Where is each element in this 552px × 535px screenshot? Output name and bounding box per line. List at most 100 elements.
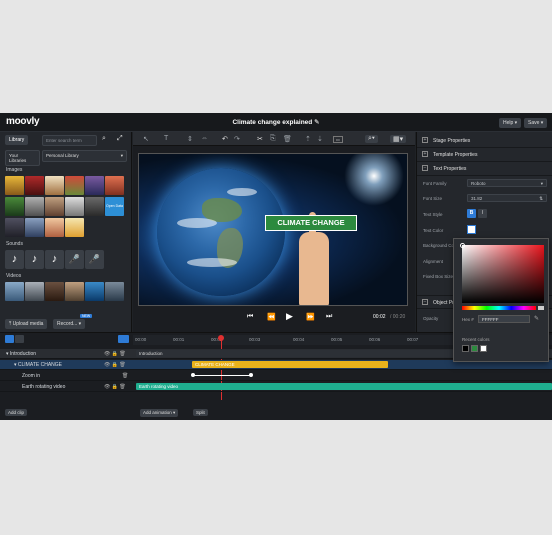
image-thumb[interactable] (105, 176, 124, 195)
open-data-thumb[interactable]: Open Data (105, 197, 124, 216)
image-thumb[interactable] (25, 197, 44, 216)
play-icon[interactable]: ▶ (286, 311, 293, 322)
video-thumb[interactable] (45, 282, 64, 301)
collapse-icon[interactable]: − (422, 299, 428, 305)
object-bar[interactable]: CLIMATE CHANGE (192, 361, 388, 368)
hand-image[interactable] (299, 232, 329, 305)
image-thumb[interactable] (85, 197, 104, 216)
record-button[interactable]: Record... ▾ (53, 319, 86, 329)
italic-toggle[interactable]: I (478, 209, 487, 218)
image-thumb[interactable] (5, 218, 24, 237)
eyedropper-icon[interactable]: ✎ (534, 315, 539, 322)
cut-icon[interactable]: ✂ (257, 135, 263, 143)
image-thumb[interactable] (65, 218, 84, 237)
text-color-swatch[interactable] (467, 225, 476, 234)
expand-icon[interactable]: + (422, 137, 428, 143)
image-thumb[interactable] (65, 176, 84, 195)
collapse-tracks-icon[interactable] (118, 335, 129, 343)
keyframe[interactable] (249, 373, 253, 377)
image-thumb[interactable] (65, 197, 84, 216)
save-button[interactable]: Save ▾ (524, 118, 548, 128)
microphone-icon[interactable]: 🎤 (65, 250, 84, 269)
video-thumb[interactable] (85, 282, 104, 301)
grid-view-icon[interactable] (15, 335, 24, 343)
image-thumb[interactable] (45, 218, 64, 237)
earth-image[interactable] (157, 168, 285, 296)
list-view-icon[interactable] (5, 335, 14, 343)
video-canvas[interactable]: CLIMATE CHANGE (138, 153, 408, 306)
project-title[interactable]: Climate change explained ✎ (0, 118, 552, 126)
collapse-icon[interactable]: − (422, 165, 428, 171)
bold-toggle[interactable]: B (467, 209, 476, 218)
undo-icon[interactable]: ↶ (222, 135, 228, 143)
tab-library[interactable]: Library (5, 135, 29, 145)
color-cursor[interactable] (460, 243, 465, 248)
layer-down-icon[interactable]: ⇣ (317, 135, 323, 143)
layer-up-icon[interactable]: ⇡ (305, 135, 311, 143)
track-controls-icon[interactable]: 👁 🔒 🗑 (104, 351, 126, 357)
stepper-icon[interactable]: ⇅ (539, 196, 543, 202)
playhead-handle[interactable] (218, 335, 224, 341)
delete-icon[interactable]: 🗑 (122, 373, 128, 379)
align-vertical-icon[interactable]: ⇕ (187, 135, 193, 143)
recent-color-swatch[interactable] (471, 345, 478, 352)
align-horizontal-icon[interactable]: ⇔ (201, 135, 208, 142)
image-thumb[interactable] (5, 176, 24, 195)
stage-properties-section[interactable]: + Stage Properties (417, 134, 552, 148)
fullscreen-icon[interactable]: ▭ (333, 136, 343, 143)
video-thumb[interactable] (5, 282, 24, 301)
expand-icon[interactable]: ⤢ (117, 135, 123, 143)
skip-start-icon[interactable]: ⏮ (247, 313, 253, 321)
video-thumb[interactable] (105, 282, 124, 301)
video-bar[interactable]: Earth rotating video (136, 383, 552, 390)
forward-icon[interactable]: ⏩ (306, 313, 315, 321)
redo-icon[interactable]: ↷ (234, 135, 240, 143)
image-thumb[interactable] (5, 197, 24, 216)
pointer-icon[interactable]: ↖ (143, 135, 149, 143)
track-controls-icon[interactable]: 👁 🔒 🗑 (104, 384, 126, 390)
image-thumb[interactable] (25, 176, 44, 195)
image-thumb[interactable] (85, 176, 104, 195)
your-libraries-dropdown[interactable]: Your Libraries (5, 150, 40, 166)
music-note-icon[interactable]: ♪ (25, 250, 44, 269)
edit-pencil-icon[interactable]: ✎ (314, 119, 319, 126)
recent-color-swatch[interactable] (480, 345, 487, 352)
climate-change-label[interactable]: CLIMATE CHANGE (265, 215, 357, 231)
alpha-slider[interactable] (538, 306, 544, 310)
delete-icon[interactable]: 🗑 (283, 135, 292, 143)
split-button[interactable]: Split (193, 409, 208, 416)
font-family-select[interactable]: Roboto ▾ (467, 179, 547, 187)
saturation-area[interactable] (460, 243, 544, 303)
add-clip-button[interactable]: Add clip (5, 409, 28, 416)
track-row[interactable]: Zoom in 🗑 (0, 371, 552, 381)
zoom-icon[interactable]: ⌕▾ (365, 135, 378, 143)
animation-line[interactable] (193, 375, 251, 376)
personal-library-dropdown[interactable]: Personal Library ▾ (42, 150, 127, 162)
music-note-icon[interactable]: ♪ (5, 250, 24, 269)
image-thumb[interactable] (45, 176, 64, 195)
skip-end-icon[interactable]: ⏭ (326, 313, 332, 321)
hex-input[interactable]: FFFFFF (478, 315, 530, 323)
template-properties-section[interactable]: + Template Properties (417, 148, 552, 162)
upload-media-button[interactable]: ⤒ Upload media (5, 319, 48, 329)
project-title-text[interactable]: Climate change explained (232, 119, 312, 126)
track-controls-icon[interactable]: 👁 🔒 🗑 (104, 362, 126, 368)
video-thumb[interactable] (25, 282, 44, 301)
copy-icon[interactable]: ⎘ (270, 135, 276, 143)
image-thumb[interactable] (45, 197, 64, 216)
add-animation-button[interactable]: Add animation ▾ (140, 409, 179, 417)
rewind-icon[interactable]: ⏪ (267, 313, 276, 321)
music-note-icon[interactable]: ♪ (45, 250, 64, 269)
microphone-icon[interactable]: 🎤 (85, 250, 104, 269)
track-row[interactable]: Earth rotating video 👁 🔒 🗑 Earth rotatin… (0, 382, 552, 392)
library-search-input[interactable]: Enter search term (42, 135, 97, 146)
recent-color-swatch[interactable] (462, 345, 469, 352)
font-size-input[interactable]: 31.82 ⇅ (467, 194, 547, 202)
help-button[interactable]: Help ▾ (499, 118, 522, 128)
image-thumb[interactable] (25, 218, 44, 237)
expand-icon[interactable]: + (422, 151, 428, 157)
text-properties-section[interactable]: − Text Properties (417, 162, 552, 176)
text-tool-icon[interactable]: T (164, 135, 168, 142)
keyframe[interactable] (191, 373, 195, 377)
grid-icon[interactable]: ▦▾ (390, 135, 407, 143)
